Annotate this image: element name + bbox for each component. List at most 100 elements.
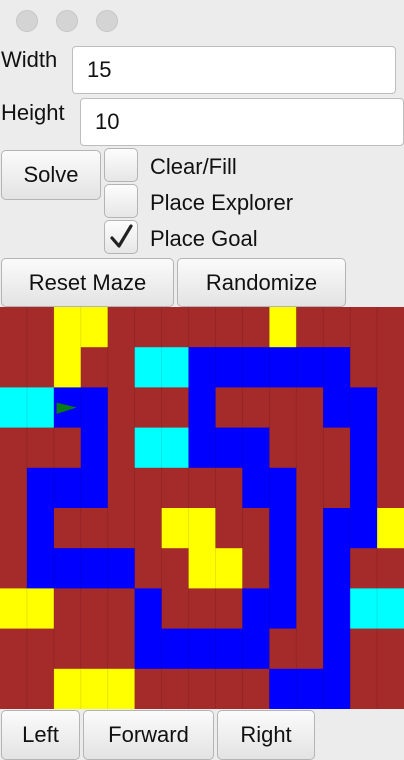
maze-wall-cell[interactable] [323, 427, 351, 469]
maze-wall-cell[interactable] [188, 467, 216, 509]
maze-filled-cell[interactable] [215, 548, 243, 589]
maze-path-cell[interactable] [323, 347, 351, 388]
maze-wall-cell[interactable] [80, 347, 109, 388]
maze-wall-cell[interactable] [0, 427, 28, 469]
maze-wall-cell[interactable] [377, 548, 404, 589]
maze-wall-cell[interactable] [80, 628, 109, 670]
maze-filled-cell[interactable] [188, 548, 216, 589]
maze-wall-cell[interactable] [188, 307, 216, 348]
maze-wall-cell[interactable] [323, 307, 351, 348]
maze-wall-cell[interactable] [377, 307, 404, 348]
maze-path-cell[interactable] [53, 467, 82, 509]
maze-path-cell[interactable] [242, 467, 270, 509]
maze-wall-cell[interactable] [377, 387, 404, 428]
maze-path-cell[interactable] [242, 628, 270, 670]
maze-wall-cell[interactable] [215, 467, 243, 509]
maze-path-cell[interactable] [269, 508, 297, 549]
maze-goal-cell[interactable] [350, 588, 378, 629]
maze-path-cell[interactable] [323, 548, 351, 589]
clear-fill-checkbox[interactable] [104, 148, 138, 182]
place-explorer-checkbox[interactable] [104, 184, 138, 218]
maze-filled-cell[interactable] [80, 668, 109, 709]
maze-goal-cell[interactable] [161, 427, 189, 469]
maze-wall-cell[interactable] [188, 588, 216, 629]
maze-wall-cell[interactable] [188, 668, 216, 709]
maze-path-cell[interactable] [269, 588, 297, 629]
maze-wall-cell[interactable] [53, 508, 82, 549]
maze-wall-cell[interactable] [107, 427, 136, 469]
maze-path-cell[interactable] [215, 427, 243, 469]
maze-wall-cell[interactable] [26, 668, 55, 709]
maze-filled-cell[interactable] [188, 508, 216, 549]
maze-wall-cell[interactable] [296, 628, 324, 670]
maze-wall-cell[interactable] [377, 427, 404, 469]
maze-wall-cell[interactable] [215, 307, 243, 348]
maze-path-cell[interactable] [188, 387, 216, 428]
maze-wall-cell[interactable] [0, 548, 28, 589]
maze-wall-cell[interactable] [107, 628, 136, 670]
maze-wall-cell[interactable] [350, 548, 378, 589]
maze-wall-cell[interactable] [0, 628, 28, 670]
maze-wall-cell[interactable] [134, 467, 162, 509]
maze-wall-cell[interactable] [296, 508, 324, 549]
maze-wall-cell[interactable] [53, 588, 82, 629]
maze-path-cell[interactable] [296, 347, 324, 388]
maze-wall-cell[interactable] [107, 347, 136, 388]
maze-path-cell[interactable] [80, 427, 109, 469]
maze-path-cell[interactable] [242, 427, 270, 469]
maze-path-cell[interactable] [80, 387, 109, 428]
maze-wall-cell[interactable] [107, 467, 136, 509]
maze-goal-cell[interactable] [134, 427, 162, 469]
maze-wall-cell[interactable] [323, 467, 351, 509]
maze-path-cell[interactable] [215, 347, 243, 388]
maze-wall-cell[interactable] [350, 668, 378, 709]
width-input[interactable] [72, 46, 396, 94]
maze-filled-cell[interactable] [53, 668, 82, 709]
maze-path-cell[interactable] [269, 347, 297, 388]
maze-wall-cell[interactable] [215, 387, 243, 428]
maze-wall-cell[interactable] [215, 668, 243, 709]
maze-wall-cell[interactable] [107, 588, 136, 629]
maze-filled-cell[interactable] [26, 588, 55, 629]
maze-path-cell[interactable] [296, 668, 324, 709]
maze-path-cell[interactable] [350, 467, 378, 509]
maze-path-cell[interactable] [323, 628, 351, 670]
maze-filled-cell[interactable] [53, 307, 82, 348]
maze-path-cell[interactable] [80, 467, 109, 509]
maze-path-cell[interactable] [188, 628, 216, 670]
maze-path-cell[interactable] [188, 347, 216, 388]
maze-wall-cell[interactable] [0, 668, 28, 709]
maze-path-cell[interactable] [188, 427, 216, 469]
maze-wall-cell[interactable] [242, 548, 270, 589]
maze-wall-cell[interactable] [80, 588, 109, 629]
maze-path-cell[interactable] [269, 668, 297, 709]
left-button[interactable]: Left [1, 710, 80, 760]
height-input[interactable] [80, 98, 404, 146]
randomize-button[interactable]: Randomize [177, 258, 346, 307]
maze-path-cell[interactable] [26, 467, 55, 509]
maze-path-cell[interactable] [350, 387, 378, 428]
maze-wall-cell[interactable] [296, 387, 324, 428]
maze-path-cell[interactable] [350, 508, 378, 549]
maze-wall-cell[interactable] [161, 548, 189, 589]
maze-wall-cell[interactable] [134, 548, 162, 589]
forward-button[interactable]: Forward [83, 710, 214, 760]
maze-path-cell[interactable] [269, 548, 297, 589]
maze-path-cell[interactable] [215, 628, 243, 670]
maze-wall-cell[interactable] [0, 467, 28, 509]
maze-filled-cell[interactable] [377, 508, 404, 549]
close-window-button[interactable] [16, 10, 38, 32]
maze-wall-cell[interactable] [215, 508, 243, 549]
maze-path-cell[interactable] [242, 347, 270, 388]
maze-wall-cell[interactable] [296, 467, 324, 509]
maze-wall-cell[interactable] [0, 347, 28, 388]
maze-wall-cell[interactable] [107, 508, 136, 549]
maze-wall-cell[interactable] [161, 467, 189, 509]
maze-wall-cell[interactable] [350, 628, 378, 670]
maze-wall-cell[interactable] [350, 347, 378, 388]
maze-path-cell[interactable] [350, 427, 378, 469]
maze-wall-cell[interactable] [377, 467, 404, 509]
maze-wall-cell[interactable] [26, 347, 55, 388]
maze-goal-cell[interactable] [134, 347, 162, 388]
maze-path-cell[interactable] [53, 548, 82, 589]
